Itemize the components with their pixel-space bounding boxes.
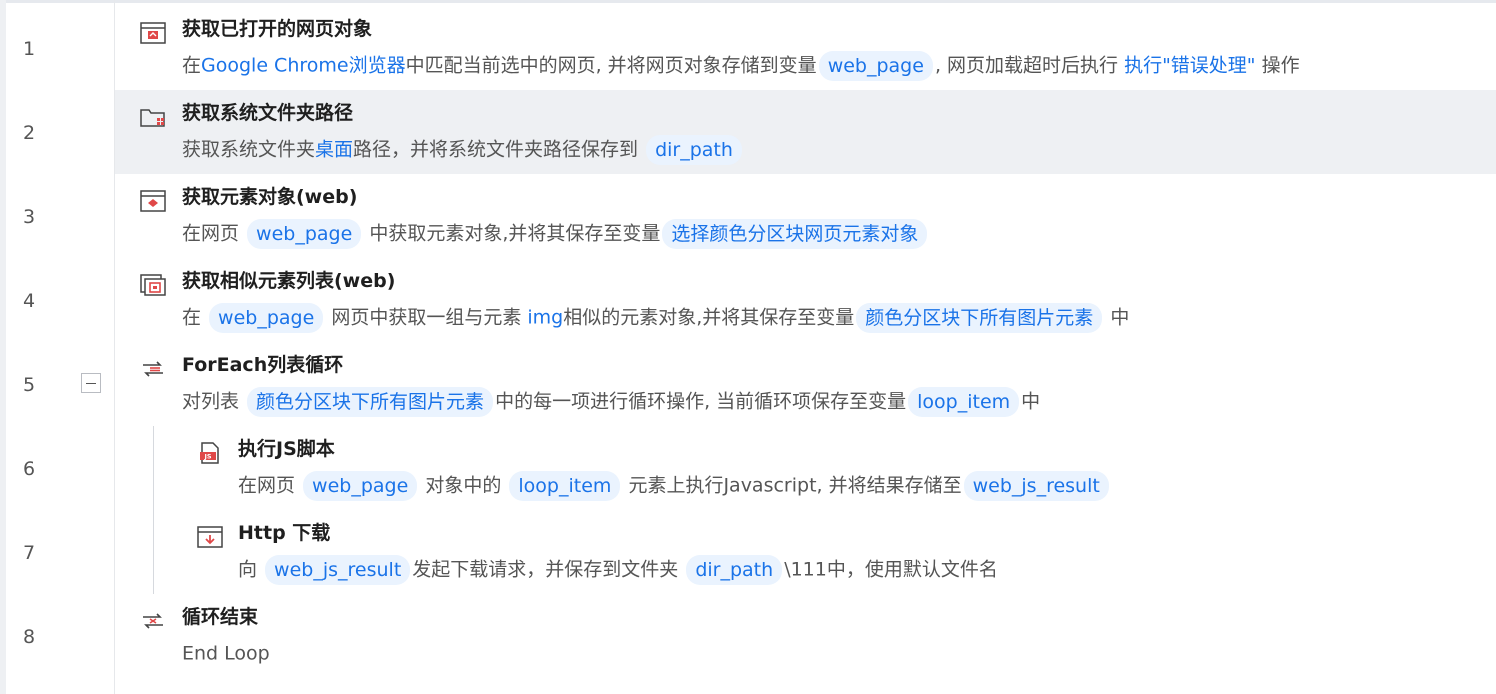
step-title: 获取元素对象(web): [182, 186, 358, 208]
element-link[interactable]: img: [527, 307, 563, 329]
step-title: 获取相似元素列表(web): [182, 270, 396, 292]
collapse-toggle-button[interactable]: [81, 373, 101, 393]
step-description: 在Google Chrome浏览器中匹配当前选中的网页, 并将网页对象存储到变量…: [182, 50, 1300, 81]
foreach-loop-icon: [143, 361, 163, 377]
variable-pill[interactable]: loop_item: [908, 386, 1020, 417]
step-description: 对列表 颜色分区块下所有图片元素 中的每一项进行循环操作, 当前循环项保存至变量 l…: [182, 386, 1040, 417]
flow-step-6[interactable]: 6 JS 执行JS脚本 在网页 web_page 对象中的 loop_item …: [0, 426, 1496, 510]
line-number: 8: [22, 626, 36, 648]
variable-pill[interactable]: web_js_result: [265, 554, 411, 585]
line-number: 1: [22, 38, 36, 60]
variable-pill[interactable]: web_page: [247, 218, 362, 249]
step-title: ForEach列表循环: [182, 354, 344, 376]
line-number: 7: [22, 542, 36, 564]
step-description: 获取系统文件夹桌面路径，并将系统文件夹路径保存到 dir_path: [182, 134, 744, 165]
variable-pill[interactable]: 颜色分区块下所有图片元素: [856, 302, 1103, 333]
line-number: 5: [22, 374, 36, 396]
step-title: Http 下载: [238, 522, 331, 544]
flow-step-8[interactable]: 8 循环结束 End Loop: [0, 594, 1496, 678]
line-number: 2: [22, 122, 36, 144]
flow-step-2[interactable]: 2 获取系统文件夹路径 获取系统文件夹桌面路径，并将系统文件夹路径保存到 dir…: [0, 90, 1496, 174]
svg-text:JS: JS: [203, 453, 211, 461]
line-number: 4: [22, 290, 36, 312]
step-title: 执行JS脚本: [238, 438, 335, 460]
variable-pill[interactable]: dir_path: [686, 554, 783, 585]
similar-elements-icon: [140, 274, 166, 296]
variable-pill[interactable]: web_js_result: [963, 470, 1109, 501]
variable-pill[interactable]: 选择颜色分区块网页元素对象: [662, 218, 928, 249]
step-description: 在网页 web_page 中获取元素对象,并将其保存至变量 选择颜色分区块网页元素…: [182, 218, 929, 249]
flow-step-1[interactable]: 1 获取已打开的网页对象 在Google Chrome浏览器中匹配当前选中的网页…: [0, 6, 1496, 90]
gutter-divider: [114, 0, 115, 694]
browser-link[interactable]: Google Chrome浏览器: [201, 55, 406, 77]
variable-pill[interactable]: web_page: [303, 470, 418, 501]
step-title: 循环结束: [182, 606, 259, 628]
step-title: 获取系统文件夹路径: [182, 102, 354, 124]
end-loop-icon: [143, 613, 163, 629]
variable-pill[interactable]: 颜色分区块下所有图片元素: [247, 386, 494, 417]
flow-step-5[interactable]: 5 ForEach列表循环 对列表 颜色分区块下所有图片元素 中的每一项进行循环操…: [0, 342, 1496, 426]
line-number: 3: [22, 206, 36, 228]
step-description: 在 web_page 网页中获取一组与元素 img相似的元素对象,并将其保存至变…: [182, 302, 1129, 333]
element-object-icon: [140, 190, 166, 212]
variable-pill[interactable]: web_page: [818, 50, 933, 81]
step-description: 在网页 web_page 对象中的 loop_item 元素上执行Javascr…: [238, 470, 1111, 501]
variable-pill[interactable]: web_page: [209, 302, 324, 333]
variable-pill[interactable]: dir_path: [646, 134, 742, 165]
flow-step-7[interactable]: 7 Http 下载 向 web_js_result 发起下载请求，并保存到文件夹 …: [0, 510, 1496, 594]
step-title: 获取已打开的网页对象: [182, 18, 373, 40]
variable-pill[interactable]: loop_item: [509, 470, 621, 501]
folder-type-link[interactable]: 桌面: [315, 139, 353, 161]
js-script-icon: JS: [200, 442, 219, 464]
step-description: 向 web_js_result 发起下载请求，并保存到文件夹 dir_path \1…: [238, 554, 998, 585]
browser-open-icon: [140, 22, 166, 44]
http-download-icon: [197, 526, 223, 548]
flow-step-3[interactable]: 3 获取元素对象(web) 在网页 web_page 中获取元素对象,并将其保存…: [0, 174, 1496, 258]
line-number: 6: [22, 458, 36, 480]
step-description: End Loop: [182, 642, 270, 665]
flow-step-4[interactable]: 4 获取相似元素列表(web) 在 web_page 网页中获取一组与元素 im…: [0, 258, 1496, 342]
top-border: [0, 0, 1496, 3]
error-handling-link[interactable]: 执行"错误处理": [1124, 55, 1255, 77]
folder-path-icon: [140, 109, 165, 127]
